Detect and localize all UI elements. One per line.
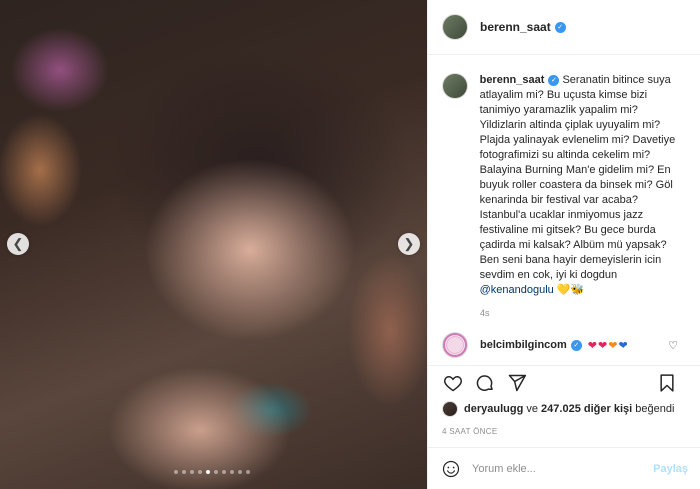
red-heart-emoji: ❤ [598, 339, 609, 352]
likes-suffix: diğer kişi [583, 403, 633, 415]
likes-count: 247.025 [541, 403, 581, 415]
bookmark-icon [660, 374, 674, 392]
post-photo[interactable]: ❮ ❯ [0, 0, 427, 489]
chevron-right-icon: ❯ [403, 236, 415, 251]
comment-row: belcimbilgincom ✓ ❤❤❤❤ ♡ [442, 332, 686, 358]
carousel-dot [238, 470, 242, 474]
likes-verb: beğendi [635, 403, 675, 415]
caption-body: berenn_saat ✓ Seranatin bitince suya atla… [480, 73, 686, 298]
carousel-dot [182, 470, 186, 474]
likes-count-link[interactable]: 247.025 diğer kişi [541, 403, 632, 415]
liker-username[interactable]: deryaulugg [464, 403, 523, 415]
caption: berenn_saat ✓ Seranatin bitince suya atla… [442, 73, 686, 298]
caption-emoji: 💛🐝 [556, 284, 585, 296]
verified-icon: ✓ [570, 339, 582, 351]
comment-icon [476, 374, 493, 391]
share-button[interactable] [506, 372, 528, 394]
liker-avatar[interactable] [442, 401, 458, 417]
orange-heart-emoji: ❤ [608, 339, 619, 352]
comments-section: berenn_saat ✓ Seranatin bitince suya atla… [428, 55, 700, 365]
likes-connector: ve [526, 403, 538, 415]
carousel-dot [246, 470, 250, 474]
carousel-dot [174, 470, 178, 474]
comment-avatar[interactable] [442, 332, 468, 358]
carousel-dot [198, 470, 202, 474]
heart-icon [444, 375, 462, 391]
likes-text: deryaulugg ve 247.025 diğer kişi beğendi [464, 403, 674, 415]
caption-avatar[interactable] [442, 73, 468, 99]
next-slide-button[interactable]: ❯ [398, 233, 420, 255]
post-header: berenn_saat ✓ [428, 0, 700, 55]
caption-mention[interactable]: @kenandogulu [480, 284, 554, 296]
carousel-dot [206, 470, 210, 474]
chevron-left-icon: ❮ [12, 236, 24, 251]
carousel-dot [230, 470, 234, 474]
header-username[interactable]: berenn_saat [480, 20, 551, 34]
blue-heart-emoji: ❤ [618, 339, 629, 352]
emoji-icon[interactable] [442, 460, 460, 478]
likes-summary: deryaulugg ve 247.025 diğer kişi beğendi [442, 401, 674, 417]
post-timestamp[interactable]: 4 SAAT ÖNCE [442, 427, 497, 436]
instagram-post: ❮ ❯ berenn_saat ✓ berenn_saat ✓ Seranatin… [0, 0, 700, 489]
verified-icon: ✓ [554, 21, 566, 33]
verified-icon: ✓ [548, 74, 560, 86]
comment-button[interactable] [474, 372, 496, 394]
carousel-dot [214, 470, 218, 474]
like-button[interactable] [442, 372, 464, 394]
caption-time: 4s [480, 308, 490, 318]
carousel-dot [190, 470, 194, 474]
save-button[interactable] [656, 372, 678, 394]
post-comment-button[interactable]: Paylaş [653, 463, 688, 475]
red-heart-emoji: ❤ [587, 339, 599, 352]
action-bar [428, 365, 700, 399]
avatar[interactable] [442, 14, 468, 40]
comment-input[interactable] [472, 462, 642, 475]
caption-username[interactable]: berenn_saat [480, 74, 545, 86]
comment-username[interactable]: belcimbilgincom [480, 339, 567, 351]
caption-text: Seranatin bitince suya atlayalim mi? Bu … [479, 74, 676, 281]
like-comment-heart-icon[interactable]: ♡ [668, 339, 678, 352]
carousel-dot [222, 470, 226, 474]
post-sidebar: berenn_saat ✓ berenn_saat ✓ Seranatin bit… [427, 0, 700, 489]
share-icon [508, 374, 527, 391]
add-comment-bar: Paylaş [428, 447, 700, 489]
previous-slide-button[interactable]: ❮ [7, 233, 29, 255]
carousel-indicator [174, 470, 250, 474]
comment-text: ❤❤❤❤ [588, 339, 629, 352]
